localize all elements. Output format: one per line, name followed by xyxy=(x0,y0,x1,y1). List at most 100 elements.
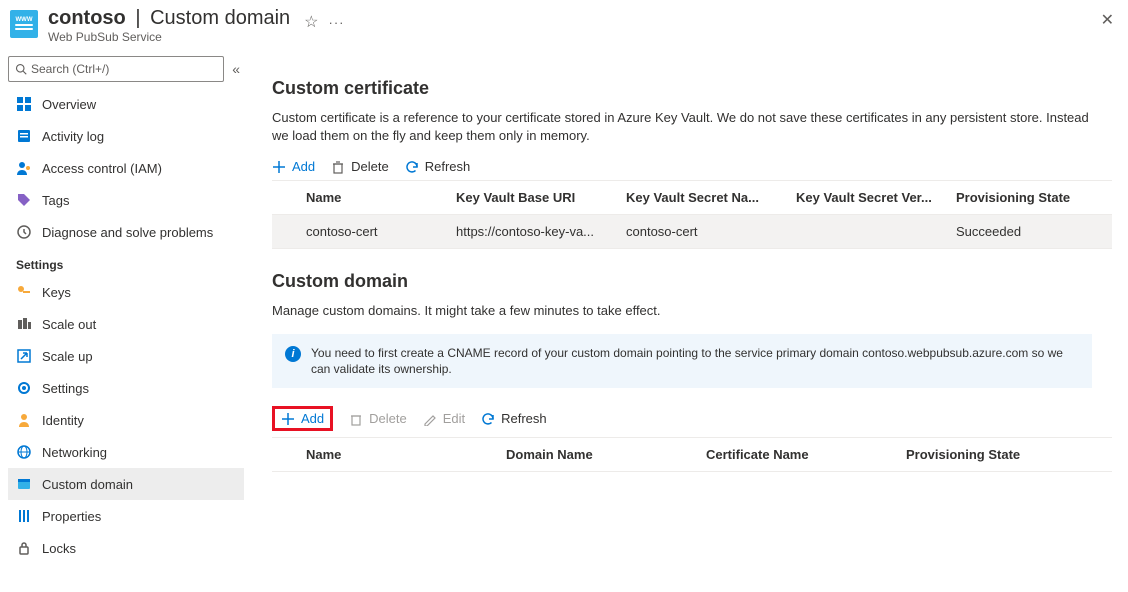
collapse-sidebar-icon[interactable]: « xyxy=(232,61,240,77)
sidebar-item-label: Diagnose and solve problems xyxy=(42,225,213,240)
highlight-annotation: Add xyxy=(272,406,333,431)
refresh-icon xyxy=(481,412,495,426)
button-label: Edit xyxy=(443,411,465,426)
refresh-icon xyxy=(405,160,419,174)
sidebar: Search (Ctrl+/) « Overview Activity log … xyxy=(0,52,248,592)
search-placeholder: Search (Ctrl+/) xyxy=(31,62,109,76)
sidebar-item-label: Keys xyxy=(42,285,71,300)
col-header[interactable]: Key Vault Secret Ver... xyxy=(796,190,956,205)
domain-toolbar: Add Delete Edit Refresh xyxy=(272,406,1112,431)
sidebar-item-identity[interactable]: Identity xyxy=(8,404,244,436)
page-name: Custom domain xyxy=(150,7,290,29)
cert-delete-button[interactable]: Delete xyxy=(331,159,389,174)
cert-toolbar: Add Delete Refresh xyxy=(272,159,1112,174)
sidebar-item-label: Identity xyxy=(42,413,84,428)
cell: https://contoso-key-va... xyxy=(456,224,626,239)
sidebar-item-label: Access control (IAM) xyxy=(42,161,162,176)
sidebar-item-tags[interactable]: Tags xyxy=(8,184,244,216)
networking-icon xyxy=(16,444,32,460)
domain-delete-button: Delete xyxy=(349,411,407,426)
pencil-icon xyxy=(423,412,437,426)
sidebar-item-label: Scale up xyxy=(42,349,93,364)
cell: contoso-cert xyxy=(626,224,796,239)
domain-add-button[interactable]: Add xyxy=(281,411,324,426)
properties-icon xyxy=(16,508,32,524)
search-icon xyxy=(15,63,27,75)
col-header[interactable]: Certificate Name xyxy=(706,447,906,462)
cert-refresh-button[interactable]: Refresh xyxy=(405,159,471,174)
service-type: Web PubSub Service xyxy=(48,30,290,44)
plus-icon xyxy=(272,160,286,174)
sidebar-item-properties[interactable]: Properties xyxy=(8,500,244,532)
domain-edit-button: Edit xyxy=(423,411,465,426)
sidebar-item-label: Locks xyxy=(42,541,76,556)
cert-table-header: Name Key Vault Base URI Key Vault Secret… xyxy=(272,181,1112,215)
cell: contoso-cert xyxy=(306,224,456,239)
overview-icon xyxy=(16,96,32,112)
search-input[interactable]: Search (Ctrl+/) xyxy=(8,56,224,82)
sidebar-item-overview[interactable]: Overview xyxy=(8,88,244,120)
sidebar-item-scale-out[interactable]: Scale out xyxy=(8,308,244,340)
main-content: Custom certificate Custom certificate is… xyxy=(248,52,1128,592)
col-header[interactable]: Name xyxy=(306,190,456,205)
cert-table: Name Key Vault Base URI Key Vault Secret… xyxy=(272,180,1112,249)
sidebar-item-label: Properties xyxy=(42,509,101,524)
log-icon xyxy=(16,128,32,144)
button-label: Refresh xyxy=(501,411,547,426)
sidebar-item-label: Activity log xyxy=(42,129,104,144)
sidebar-group-settings: Settings xyxy=(8,248,248,276)
diagnose-icon xyxy=(16,224,32,240)
col-header[interactable]: Provisioning State xyxy=(956,190,1104,205)
iam-icon xyxy=(16,160,32,176)
scale-up-icon xyxy=(16,348,32,364)
info-icon: i xyxy=(285,346,301,362)
sidebar-item-diagnose[interactable]: Diagnose and solve problems xyxy=(8,216,244,248)
sidebar-item-label: Settings xyxy=(42,381,89,396)
sidebar-item-settings[interactable]: Settings xyxy=(8,372,244,404)
trash-icon xyxy=(349,412,363,426)
domain-table: Name Domain Name Certificate Name Provis… xyxy=(272,437,1112,472)
resource-type-icon: WWW xyxy=(10,10,38,38)
cell: Succeeded xyxy=(956,224,1104,239)
favorite-star-icon[interactable]: ☆ xyxy=(304,12,318,32)
close-icon[interactable]: ✕ xyxy=(1101,10,1114,30)
sidebar-item-locks[interactable]: Locks xyxy=(8,532,244,564)
col-header[interactable]: Key Vault Secret Na... xyxy=(626,190,796,205)
resource-name: contoso xyxy=(48,7,126,29)
more-icon[interactable]: ··· xyxy=(329,15,345,30)
sidebar-item-keys[interactable]: Keys xyxy=(8,276,244,308)
button-label: Add xyxy=(301,411,324,426)
sidebar-item-label: Scale out xyxy=(42,317,96,332)
domain-refresh-button[interactable]: Refresh xyxy=(481,411,547,426)
sidebar-item-label: Overview xyxy=(42,97,96,112)
tags-icon xyxy=(16,192,32,208)
sidebar-item-networking[interactable]: Networking xyxy=(8,436,244,468)
identity-icon xyxy=(16,412,32,428)
sidebar-item-scale-up[interactable]: Scale up xyxy=(8,340,244,372)
button-label: Delete xyxy=(351,159,389,174)
domain-section-desc: Manage custom domains. It might take a f… xyxy=(272,302,1092,320)
col-header[interactable]: Domain Name xyxy=(506,447,706,462)
page-header: WWW contoso | Custom domain Web PubSub S… xyxy=(0,0,1128,52)
cert-add-button[interactable]: Add xyxy=(272,159,315,174)
trash-icon xyxy=(331,160,345,174)
custom-domain-icon xyxy=(16,476,32,492)
sidebar-item-iam[interactable]: Access control (IAM) xyxy=(8,152,244,184)
sidebar-item-custom-domain[interactable]: Custom domain xyxy=(8,468,244,500)
cert-section-title: Custom certificate xyxy=(272,78,1112,99)
cert-table-row[interactable]: contoso-cert https://contoso-key-va... c… xyxy=(272,215,1112,249)
gear-icon xyxy=(16,380,32,396)
col-header[interactable]: Key Vault Base URI xyxy=(456,190,626,205)
sidebar-item-label: Custom domain xyxy=(42,477,133,492)
button-label: Add xyxy=(292,159,315,174)
domain-info-banner: i You need to first create a CNAME recor… xyxy=(272,334,1092,388)
col-header[interactable]: Name xyxy=(306,447,506,462)
domain-table-header: Name Domain Name Certificate Name Provis… xyxy=(272,438,1112,472)
col-header[interactable]: Provisioning State xyxy=(906,447,1104,462)
plus-icon xyxy=(281,412,295,426)
cert-section-desc: Custom certificate is a reference to you… xyxy=(272,109,1092,145)
sidebar-item-label: Networking xyxy=(42,445,107,460)
scale-out-icon xyxy=(16,316,32,332)
page-title: contoso | Custom domain xyxy=(48,6,290,30)
sidebar-item-activity-log[interactable]: Activity log xyxy=(8,120,244,152)
